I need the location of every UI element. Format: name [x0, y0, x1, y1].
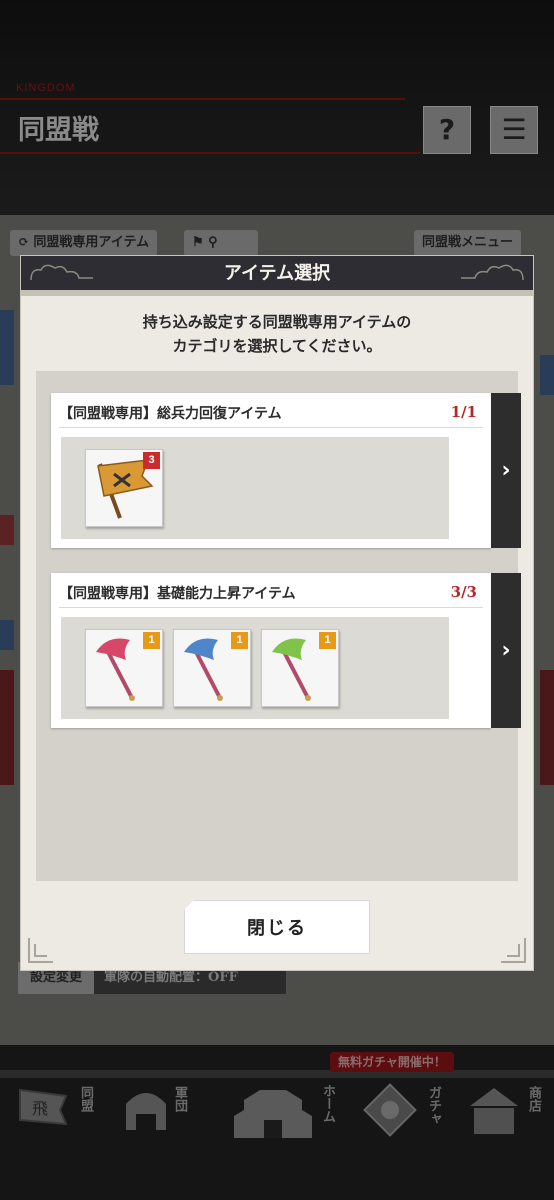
nav-gacha[interactable]: ガチャ	[360, 1080, 450, 1150]
side-strip	[540, 670, 554, 785]
item-select-dialog: アイテム選択 持ち込み設定する同盟戦専用アイテムの カテゴリを選択してください。…	[21, 256, 533, 970]
nav-rail	[0, 1070, 554, 1078]
nav-army-label: 軍団	[172, 1086, 187, 1112]
close-button[interactable]: 閉じる	[184, 900, 370, 954]
category-card-base-stat-up[interactable]: 【同盟戦専用】基礎能力上昇アイテム 3/3 1 1 1 ›	[51, 573, 521, 728]
instruction-line: 持ち込み設定する同盟戦専用アイテムの	[142, 313, 412, 331]
category-divider	[59, 607, 483, 608]
svg-text:飛: 飛	[32, 1099, 48, 1118]
nav-shop-label: 商店	[526, 1086, 541, 1112]
side-strip	[0, 515, 14, 545]
side-strip	[0, 310, 14, 385]
item-flags-tab[interactable]: ⚑ ⚲	[184, 230, 258, 256]
nav-home[interactable]: ホーム	[230, 1080, 340, 1150]
page-title: 同盟戦	[18, 115, 99, 146]
title-rule-bottom	[0, 152, 420, 154]
item-slot[interactable]: 1	[173, 629, 251, 707]
category-title: 【同盟戦専用】総兵力回復アイテム	[59, 406, 282, 422]
nav-army[interactable]: 軍団	[118, 1080, 208, 1150]
cloud-ornament-icon	[461, 264, 524, 281]
castle-icon	[234, 1090, 312, 1138]
category-count: 1/1	[450, 403, 477, 421]
item-well: 3	[61, 437, 449, 539]
instruction-line: カテゴリを選択してください。	[172, 337, 382, 355]
category-count: 3/3	[450, 583, 477, 601]
nav-alliance-label: 同盟	[78, 1086, 93, 1112]
title-rule	[0, 98, 405, 100]
helmet-icon	[126, 1093, 166, 1130]
close-button-label: 閉じる	[247, 918, 307, 939]
dialog-instruction: 持ち込み設定する同盟戦専用アイテムの カテゴリを選択してください。	[21, 310, 533, 358]
flag-icon: ⚑ ⚲	[192, 235, 218, 250]
category-title: 【同盟戦専用】基礎能力上昇アイテム	[59, 586, 296, 602]
category-card-hp-recovery[interactable]: 【同盟戦専用】総兵力回復アイテム 1/1 3 ›	[51, 393, 521, 548]
nav-shop[interactable]: 商店	[466, 1080, 552, 1150]
side-strip	[0, 620, 14, 650]
item-count-badge: 1	[319, 632, 336, 649]
kingdom-label: KINGDOM	[16, 82, 76, 94]
free-gacha-promo[interactable]: 無料ガチャ開催中！	[330, 1052, 454, 1072]
dialog-header: アイテム選択	[21, 256, 533, 290]
item-slot[interactable]: 1	[85, 629, 163, 707]
help-button[interactable]: ?	[423, 106, 471, 154]
shop-icon	[470, 1088, 518, 1134]
corner-ornament-icon	[501, 938, 526, 963]
category-divider	[59, 427, 483, 428]
item-count-badge: 3	[143, 452, 160, 469]
alliance-menu-button[interactable]: 同盟戦メニュー	[414, 230, 522, 256]
side-strip	[0, 670, 14, 785]
chevron-right-icon[interactable]: ›	[491, 393, 521, 548]
flag-icon: 飛	[19, 1088, 68, 1126]
nav-alliance[interactable]: 飛 同盟	[14, 1080, 104, 1150]
item-count-badge: 1	[231, 632, 248, 649]
item-slot[interactable]: 1	[261, 629, 339, 707]
auto-deploy-status: 軍隊の自動配置：OFF	[104, 970, 238, 985]
side-strip	[540, 355, 554, 395]
category-list: 【同盟戦専用】総兵力回復アイテム 1/1 3 › 【同盟戦専用】基礎能力上昇アイ…	[36, 371, 521, 881]
corner-ornament-icon	[28, 938, 53, 963]
item-slot[interactable]: 3	[85, 449, 163, 527]
nav-gacha-label: ガチャ	[426, 1086, 441, 1125]
menu-button[interactable]: ☰	[490, 106, 538, 154]
alliance-item-tab[interactable]: ⟳ 同盟戦専用アイテム	[10, 230, 158, 256]
refresh-icon: ⟳	[18, 235, 34, 250]
chevron-right-icon[interactable]: ›	[491, 573, 521, 728]
dialog-header-rule	[21, 290, 533, 296]
alliance-item-tab-label: 同盟戦専用アイテム	[33, 235, 150, 250]
nav-home-label: ホーム	[320, 1084, 335, 1123]
crest-icon	[363, 1083, 417, 1137]
item-well: 1 1 1	[61, 617, 449, 719]
item-count-badge: 1	[143, 632, 160, 649]
